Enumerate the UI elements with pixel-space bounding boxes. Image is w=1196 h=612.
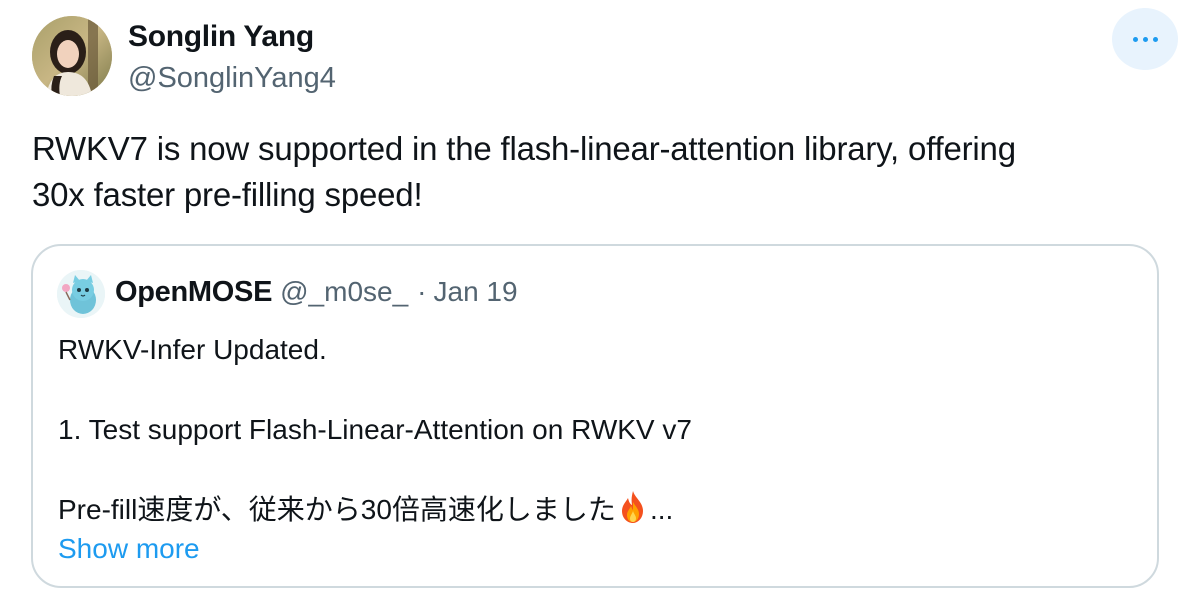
ellipsis-text: ... (649, 494, 674, 525)
show-more-link[interactable]: Show more (58, 529, 200, 569)
tweet-text: RWKV7 is now supported in the flash-line… (32, 126, 1152, 218)
fire-emoji-icon (618, 490, 648, 524)
quoted-author-name[interactable]: OpenMOSE (115, 276, 272, 309)
quoted-tweet-header: OpenMOSE @_m0se_ · Jan 19 (115, 276, 518, 316)
quoted-tweet-date[interactable]: Jan 19 (434, 276, 518, 308)
quoted-text-segment: Pre-fill速度が、従来から30倍高速化しました (58, 494, 616, 525)
author-handle[interactable]: @SonglinYang4 (128, 60, 336, 96)
author-name[interactable]: Songlin Yang (128, 18, 314, 56)
quoted-text-line: RWKV-Infer Updated. (58, 334, 327, 365)
more-options-button[interactable] (1112, 8, 1178, 70)
tweet-text-line: RWKV7 is now supported in the flash-line… (32, 130, 1016, 167)
separator-dot: · (417, 276, 427, 307)
quoted-tweet-text: RWKV-Infer Updated. 1. Test support Flas… (58, 330, 1138, 530)
quoted-author-handle[interactable]: @_m0se_ (280, 276, 408, 308)
quoted-author-avatar[interactable] (57, 270, 105, 318)
quoted-text-line: 1. Test support Flash-Linear-Attention o… (58, 414, 692, 445)
tweet-text-line: 30x faster pre-filling speed! (32, 176, 423, 213)
author-avatar[interactable] (32, 16, 112, 96)
more-horizontal-icon (1132, 36, 1158, 42)
quoted-text-line: Pre-fill速度が、従来から30倍高速化しました ... (58, 490, 1138, 530)
quoted-tweet-card[interactable]: OpenMOSE @_m0se_ · Jan 19 RWKV-Infer Upd… (31, 244, 1159, 588)
